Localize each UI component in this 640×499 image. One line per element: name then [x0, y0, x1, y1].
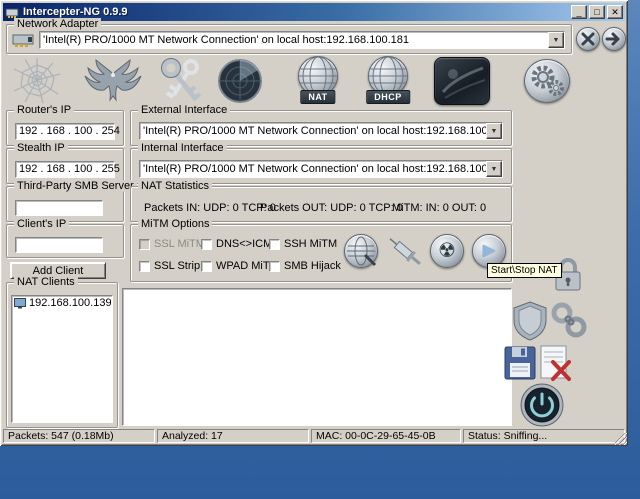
shield-icon — [512, 300, 548, 342]
close-round-button[interactable] — [576, 27, 600, 51]
dhcp-globe-icon[interactable]: DHCP — [358, 56, 418, 106]
arrow-glyph: ▼ — [490, 165, 498, 173]
clients-ip-group: Client's IP — [6, 218, 124, 258]
statusbar: Packets: 547 (0.18Mb) Analyzed: 17 MAC: … — [3, 429, 625, 443]
stealth-ip-group: Stealth IP 192 . 168 . 100 . 255 — [6, 142, 124, 184]
nat-clients-label: NAT Clients — [14, 276, 78, 288]
start-stop-nat-tooltip: Start\Stop NAT — [487, 263, 562, 278]
statusbar-packets: Packets: 547 (0.18Mb) — [3, 429, 155, 443]
intercepter-logo-icon[interactable] — [434, 57, 490, 105]
handcuffs-icon — [550, 300, 588, 340]
ssl-strip-label: SSL Strip — [154, 260, 201, 272]
radar-scan-icon[interactable] — [214, 57, 266, 105]
mitm-stat: MiTM: IN: 0 OUT: 0 — [392, 202, 487, 214]
dropdown-arrow-icon[interactable]: ▼ — [548, 32, 564, 48]
statusbar-mac: MAC: 00-0C-29-65-45-0B — [311, 429, 461, 443]
output-log[interactable] — [122, 288, 512, 426]
dropdown-arrow-icon[interactable]: ▼ — [486, 161, 502, 177]
smb-server-label: Third-Party SMB Server — [14, 180, 137, 192]
statusbar-status: Status: Sniffing... — [463, 429, 625, 443]
smb-hijack-checkbox[interactable] — [269, 261, 280, 272]
kill-radiation-button[interactable]: ☢ — [430, 234, 464, 268]
nat-clients-group: NAT Clients 192.168.100.139 — [6, 276, 118, 428]
close-button[interactable]: ✕ — [607, 5, 623, 19]
dropdown-arrow-icon[interactable]: ▼ — [486, 123, 502, 139]
external-interface-select[interactable]: 'Intel(R) PRO/1000 MT Network Connection… — [139, 122, 503, 140]
close-icon: ✕ — [611, 6, 619, 17]
ssl-mitm-checkbox[interactable] — [139, 239, 150, 250]
routers-ip-label: Router's IP — [14, 104, 75, 116]
injection-syringe-button[interactable] — [388, 236, 422, 268]
nat-globe-icon[interactable]: NAT — [288, 56, 348, 106]
minimize-button[interactable]: _ — [571, 5, 587, 19]
resize-grip[interactable] — [615, 433, 627, 445]
routers-ip-input[interactable]: 192 . 168 . 100 . 254 — [15, 123, 120, 140]
app-icon — [5, 6, 19, 18]
add-client-label: Add Client — [32, 264, 84, 277]
smb-hijack-label: SMB Hijack — [284, 260, 341, 272]
clients-ip-input[interactable] — [15, 237, 103, 253]
nat-badge: NAT — [300, 90, 336, 104]
statusbar-analyzed: Analyzed: 17 — [157, 429, 309, 443]
ssl-strip-checkbox[interactable] — [139, 261, 150, 272]
nat-statistics-group: NAT Statistics Packets IN: UDP: 0 TCP: 0… — [130, 180, 512, 222]
minimize-icon: _ — [576, 6, 582, 17]
arrow-glyph: ▼ — [490, 127, 498, 135]
save-floppy-button[interactable] — [504, 346, 536, 380]
ssh-mitm-label: SSH MiTM — [284, 238, 338, 250]
power-button[interactable] — [518, 382, 566, 428]
desktop: Intercepter-NG 0.9.9 _ □ ✕ Network Adapt… — [0, 0, 640, 499]
external-interface-value: 'Intel(R) PRO/1000 MT Network Connection… — [143, 125, 486, 137]
stealth-ip-input[interactable]: 192 . 168 . 100 . 255 — [15, 161, 120, 178]
ssl-mitm-label: SSL MiTM — [154, 238, 205, 250]
settings-gear-button[interactable] — [524, 59, 570, 103]
client-monitor-icon — [14, 297, 26, 309]
network-adapter-group: Network Adapter 'Intel(R) PRO/1000 MT Ne… — [6, 18, 572, 54]
intercepter-window: Intercepter-NG 0.9.9 _ □ ✕ Network Adapt… — [0, 0, 628, 446]
internal-interface-value: 'Intel(R) PRO/1000 MT Network Connection… — [143, 163, 486, 175]
keys-icon[interactable] — [158, 57, 204, 105]
dhcp-badge: DHCP — [366, 90, 410, 104]
internal-interface-label: Internal Interface — [138, 142, 227, 154]
nat-statistics-label: NAT Statistics — [138, 180, 213, 192]
stealth-ip-value: 192 . 168 . 100 . 255 — [19, 163, 120, 175]
hide-arrow-round-button[interactable] — [602, 27, 626, 51]
maximize-button[interactable]: □ — [589, 5, 605, 19]
radiation-icon: ☢ — [438, 240, 456, 262]
smb-server-group: Third-Party SMB Server — [6, 180, 137, 222]
internal-interface-group: Internal Interface 'Intel(R) PRO/1000 MT… — [130, 142, 512, 184]
window-title: Intercepter-NG 0.9.9 — [23, 6, 128, 18]
play-icon: ▶ — [482, 242, 496, 259]
nat-clients-list[interactable]: 192.168.100.139 — [11, 295, 113, 423]
clients-ip-label: Client's IP — [14, 218, 70, 230]
external-interface-group: External Interface 'Intel(R) PRO/1000 MT… — [130, 104, 512, 146]
mitm-options-label: MiTM Options — [138, 218, 213, 230]
eagle-icon[interactable] — [84, 58, 142, 104]
external-interface-label: External Interface — [138, 104, 231, 116]
dns-icmp-checkbox[interactable] — [201, 239, 212, 250]
nat-client-row[interactable]: 192.168.100.139 — [12, 296, 112, 310]
clear-log-button[interactable] — [538, 344, 572, 382]
network-adapter-select[interactable]: 'Intel(R) PRO/1000 MT Network Connection… — [39, 31, 565, 49]
spiderweb-icon[interactable] — [12, 57, 62, 105]
routers-ip-value: 192 . 168 . 100 . 254 — [19, 125, 120, 137]
network-adapter-value: 'Intel(R) PRO/1000 MT Network Connection… — [43, 34, 409, 46]
packets-out-stat: Packets OUT: UDP: 0 TCP: 0 — [260, 202, 403, 214]
arrow-glyph: ▼ — [552, 36, 560, 44]
smb-server-input[interactable] — [15, 200, 103, 216]
stealth-ip-label: Stealth IP — [14, 142, 68, 154]
ssh-mitm-checkbox[interactable] — [269, 239, 280, 250]
network-adapter-label: Network Adapter — [14, 18, 102, 30]
routers-ip-group: Router's IP 192 . 168 . 100 . 254 — [6, 104, 124, 146]
nat-client-ip: 192.168.100.139 — [29, 297, 112, 309]
internal-interface-select[interactable]: 'Intel(R) PRO/1000 MT Network Connection… — [139, 160, 503, 178]
mitm-globe-button[interactable] — [344, 234, 378, 268]
wpad-mitm-checkbox[interactable] — [201, 261, 212, 272]
network-card-icon — [12, 32, 36, 53]
maximize-icon: □ — [594, 6, 600, 17]
